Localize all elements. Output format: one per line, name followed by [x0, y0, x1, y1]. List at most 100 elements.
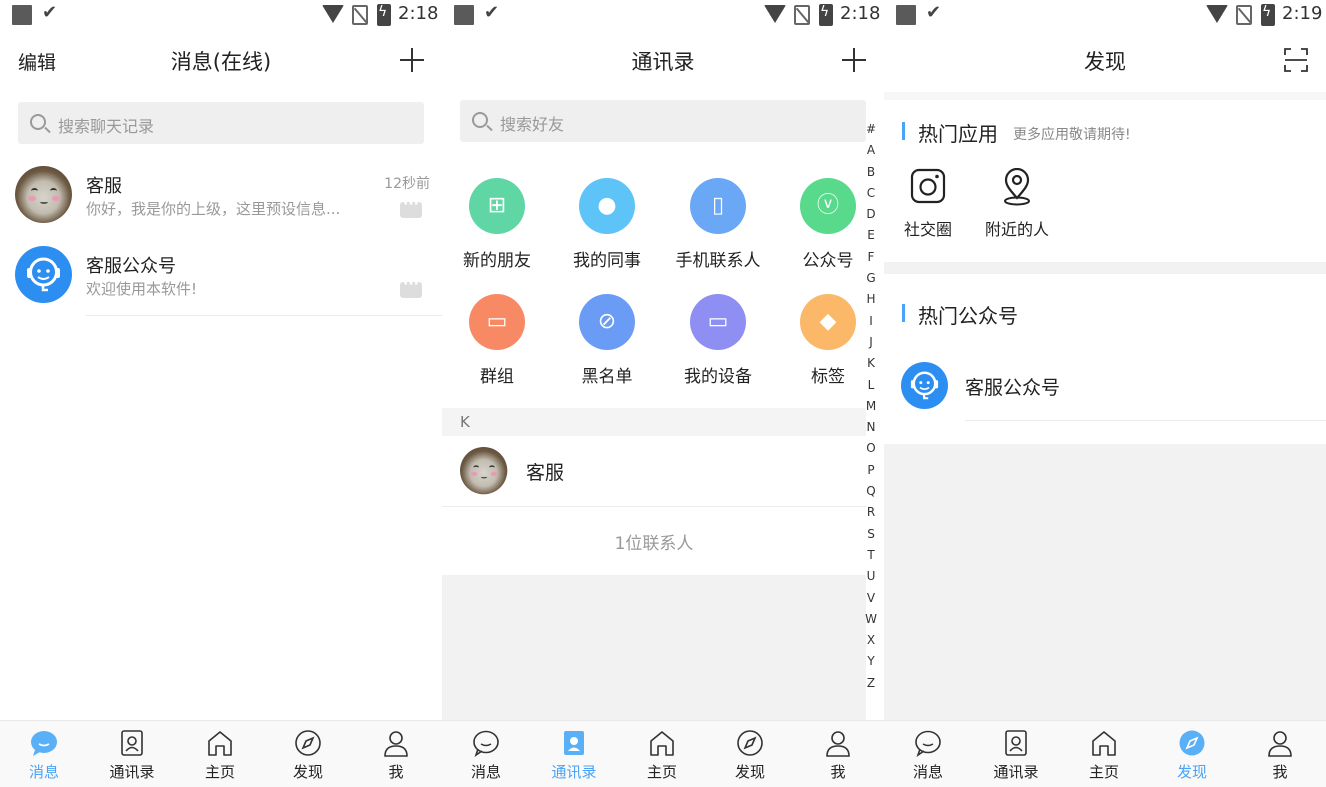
search-icon — [472, 112, 488, 128]
grid-colleagues[interactable]: ● 我的同事 — [552, 178, 662, 288]
alphabet-index-letter[interactable]: U — [864, 569, 878, 590]
chat-item[interactable]: 客服 你好，我是你的上级，这里预设信息... 12秒前 — [0, 166, 442, 246]
messages-header: 编辑 消息(在线) — [0, 30, 442, 92]
add-friend-icon: ⊞ — [469, 178, 525, 234]
app-social-circle[interactable]: 社交圈 — [893, 168, 963, 240]
tab-messages[interactable]: 消息 — [884, 721, 972, 787]
alphabet-index-letter[interactable]: I — [864, 314, 878, 335]
app-nearby-people[interactable]: 附近的人 — [982, 167, 1052, 240]
tab-discover[interactable]: 发现 — [1148, 721, 1236, 787]
home-icon — [648, 729, 676, 757]
customer-service-avatar — [901, 362, 948, 409]
tab-discover[interactable]: 发现 — [264, 721, 352, 787]
blacklist-icon: ⊘ — [579, 294, 635, 350]
search-chat-input[interactable]: 搜索聊天记录 — [18, 102, 424, 144]
alphabet-index-letter[interactable]: C — [864, 186, 878, 207]
grid-groups[interactable]: ▭ 群组 — [442, 294, 552, 404]
status-bar: ✔ 2:18 — [0, 0, 442, 30]
contact-row[interactable]: 客服 — [442, 436, 866, 506]
wifi-icon — [764, 5, 786, 23]
alphabet-index-letter[interactable]: # — [864, 122, 878, 143]
alphabet-index-letter[interactable]: J — [864, 335, 878, 356]
alphabet-index-letter[interactable]: K — [864, 356, 878, 377]
tab-home[interactable]: 主页 — [1060, 721, 1148, 787]
tab-contacts[interactable]: 通讯录 — [972, 721, 1060, 787]
alphabet-index-letter[interactable]: V — [864, 591, 878, 612]
headset-icon — [27, 257, 60, 292]
status-time: 2:19 — [1282, 3, 1323, 24]
wifi-icon — [322, 5, 344, 23]
grid-phone-contacts[interactable]: ▯ 手机联系人 — [663, 178, 773, 288]
tab-home[interactable]: 主页 — [618, 721, 706, 787]
discover-screen: ✔ 2:19 发现 热门应用 更多应用敬请期待! 社交圈 附近的人 热门公众号 — [884, 0, 1326, 787]
alphabet-index-letter[interactable]: X — [864, 633, 878, 654]
tab-discover[interactable]: 发现 — [706, 721, 794, 787]
compass-icon — [294, 729, 322, 757]
battery-icon — [1261, 4, 1275, 26]
alphabet-index-letter[interactable]: Q — [864, 484, 878, 505]
status-bar: ✔ 2:19 — [884, 0, 1326, 30]
tab-me[interactable]: 我 — [794, 721, 882, 787]
customer-service-avatar — [15, 246, 72, 303]
alphabet-index-letter[interactable]: E — [864, 228, 878, 249]
device-icon: ▭ — [690, 294, 746, 350]
alphabet-index-letter[interactable]: M — [864, 399, 878, 420]
contacts-icon — [560, 729, 588, 757]
alphabet-index-letter[interactable]: W — [864, 612, 878, 633]
alphabet-index-letter[interactable]: H — [864, 292, 878, 313]
grid-devices[interactable]: ▭ 我的设备 — [663, 294, 773, 404]
message-bubble-icon — [400, 276, 422, 298]
check-icon: ✔ — [926, 2, 942, 23]
location-icon — [999, 167, 1035, 206]
alphabet-index-letter[interactable]: G — [864, 271, 878, 292]
chat-name: 客服 — [86, 176, 122, 197]
battery-icon — [377, 4, 391, 26]
status-bar: ✔ 2:18 — [442, 0, 884, 30]
alphabet-index-letter[interactable]: Y — [864, 654, 878, 675]
divider — [965, 420, 1326, 421]
tab-contacts[interactable]: 通讯录 — [88, 721, 176, 787]
camera-icon — [910, 168, 946, 206]
alphabet-index-letter[interactable]: O — [864, 441, 878, 462]
alphabet-index-letter[interactable]: Z — [864, 676, 878, 697]
alphabet-index-letter[interactable]: R — [864, 505, 878, 526]
grid-blacklist[interactable]: ⊘ 黑名单 — [552, 294, 662, 404]
chat-name: 客服公众号 — [86, 256, 176, 277]
search-icon — [30, 114, 46, 130]
plus-icon[interactable] — [400, 48, 424, 72]
alphabet-index-letter[interactable]: L — [864, 378, 878, 399]
alphabet-index-letter[interactable]: D — [864, 207, 878, 228]
contact-name: 客服 — [526, 462, 565, 484]
grid-new-friends[interactable]: ⊞ 新的朋友 — [442, 178, 552, 288]
tab-home[interactable]: 主页 — [176, 721, 264, 787]
chat-item[interactable]: 客服公众号 欢迎使用本软件! — [0, 246, 442, 326]
tab-messages[interactable]: 消息 — [0, 721, 88, 787]
section-header: K — [442, 408, 866, 436]
alphabet-index-letter[interactable]: F — [864, 250, 878, 271]
home-icon — [1090, 729, 1118, 757]
chat-icon — [30, 729, 58, 757]
tab-me[interactable]: 我 — [1236, 721, 1324, 787]
alphabet-index-letter[interactable]: S — [864, 527, 878, 548]
alphabet-index-letter[interactable]: B — [864, 165, 878, 186]
tab-contacts[interactable]: 通讯录 — [530, 721, 618, 787]
tab-me[interactable]: 我 — [352, 721, 440, 787]
account-name: 客服公众号 — [965, 377, 1061, 399]
alphabet-index[interactable]: # A B C D E F G H I J K L M N O P Q R S T U V W X Y Z — [864, 122, 878, 697]
search-friend-input[interactable]: 搜索好友 — [460, 100, 866, 142]
alphabet-index-letter[interactable]: P — [864, 463, 878, 484]
account-item[interactable]: 客服公众号 — [884, 362, 1326, 442]
alphabet-index-letter[interactable]: A — [864, 143, 878, 164]
plus-icon[interactable] — [842, 48, 866, 72]
tab-messages[interactable]: 消息 — [442, 721, 530, 787]
alphabet-index-letter[interactable]: N — [864, 420, 878, 441]
alphabet-index-letter[interactable]: T — [864, 548, 878, 569]
chat-icon — [914, 729, 942, 757]
search-placeholder: 搜索好友 — [500, 115, 565, 134]
group-icon: ▭ — [469, 294, 525, 350]
phone-contacts-icon: ▯ — [690, 178, 746, 234]
tag-icon: ◆ — [800, 294, 856, 350]
tab-bar: 消息 通讯录 主页 发现 我 — [884, 720, 1326, 787]
check-icon: ✔ — [484, 2, 500, 23]
scan-icon[interactable] — [1284, 48, 1308, 72]
